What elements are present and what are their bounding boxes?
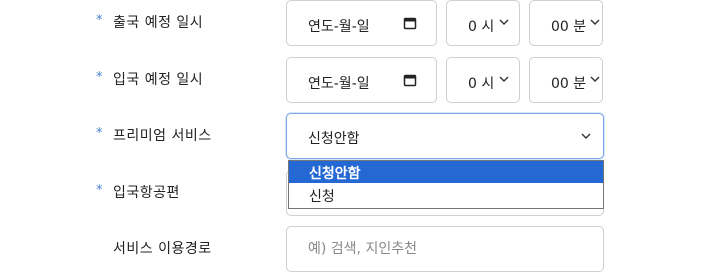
departure-minute-select[interactable]: 00 분 bbox=[529, 0, 603, 46]
chevron-down-icon bbox=[499, 76, 509, 82]
arrival-hour-select[interactable]: 0 시 bbox=[446, 57, 520, 103]
departure-date-input[interactable]: 연도-월-일 bbox=[286, 0, 437, 46]
route-row: 서비스 이용경로 bbox=[0, 226, 720, 274]
chevron-down-icon bbox=[581, 133, 591, 139]
arrival-label: 입국 예정 일시 bbox=[113, 72, 204, 88]
arrival-flight-label: 입국항공편 bbox=[113, 185, 180, 201]
premium-option-none[interactable]: 신청안함 bbox=[289, 161, 603, 183]
departure-hour-select[interactable]: 0 시 bbox=[446, 0, 520, 46]
arrival-hour-value: 0 시 bbox=[468, 76, 495, 92]
calendar-icon[interactable] bbox=[403, 16, 417, 30]
premium-label: 프리미엄 서비스 bbox=[113, 128, 212, 144]
arrival-date-input[interactable]: 연도-월-일 bbox=[286, 57, 437, 103]
required-marker: * bbox=[96, 13, 103, 28]
required-marker: * bbox=[96, 70, 103, 85]
departure-date-value: 연도-월-일 bbox=[308, 19, 370, 35]
departure-row: * 출국 예정 일시 연도-월-일 0 시 00 분 bbox=[0, 0, 720, 48]
departure-hour-value: 0 시 bbox=[468, 19, 495, 35]
arrival-minute-select[interactable]: 00 분 bbox=[529, 57, 603, 103]
arrival-date-value: 연도-월-일 bbox=[308, 76, 370, 92]
route-input[interactable] bbox=[287, 227, 603, 271]
arrival-row: * 입국 예정 일시 연도-월-일 0 시 00 분 bbox=[0, 57, 720, 105]
route-label: 서비스 이용경로 bbox=[113, 241, 212, 257]
premium-row: * 프리미엄 서비스 신청안함 bbox=[0, 113, 720, 161]
chevron-down-icon bbox=[590, 76, 600, 82]
premium-selected-value: 신청안함 bbox=[308, 131, 360, 147]
option-label: 신청 bbox=[309, 189, 335, 205]
chevron-down-icon bbox=[590, 19, 600, 25]
premium-dropdown-list: 신청안함 신청 bbox=[288, 160, 604, 209]
option-label: 신청안함 bbox=[309, 166, 361, 182]
required-marker: * bbox=[96, 126, 103, 141]
departure-label: 출국 예정 일시 bbox=[113, 15, 204, 31]
required-marker: * bbox=[96, 183, 103, 198]
calendar-icon[interactable] bbox=[403, 73, 417, 87]
route-field[interactable] bbox=[286, 226, 604, 272]
departure-minute-value: 00 분 bbox=[551, 19, 587, 35]
premium-select[interactable]: 신청안함 bbox=[286, 113, 604, 159]
chevron-down-icon bbox=[499, 19, 509, 25]
premium-option-apply[interactable]: 신청 bbox=[289, 184, 603, 206]
arrival-minute-value: 00 분 bbox=[551, 76, 587, 92]
